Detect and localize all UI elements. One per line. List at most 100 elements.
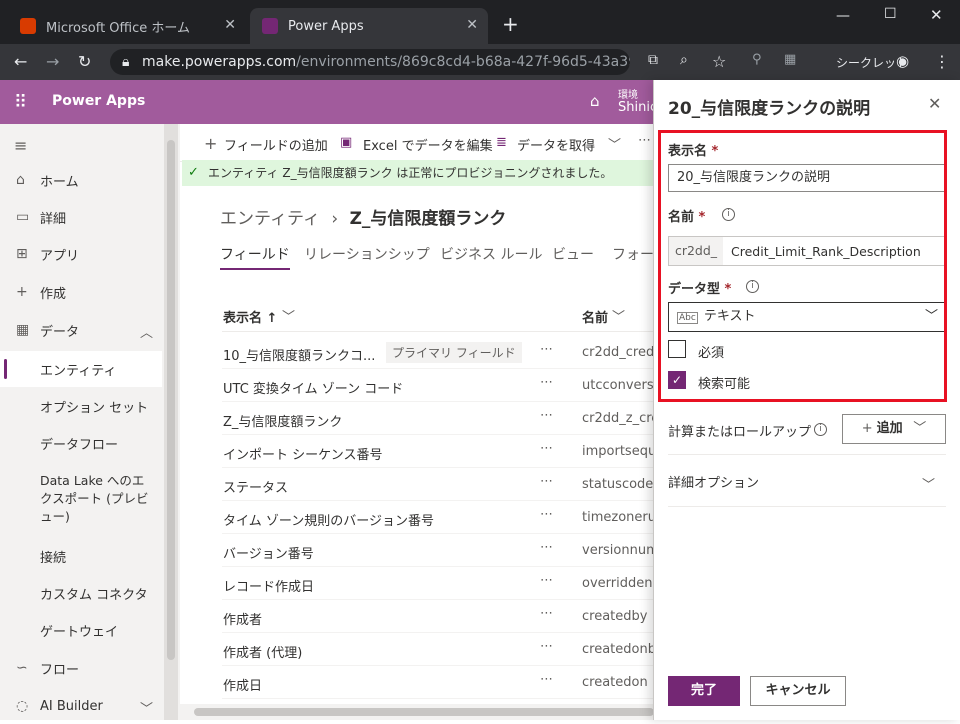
tab-fields[interactable]: フィールド <box>220 244 290 270</box>
calc-rollup-label: 計算またはロールアップ <box>668 425 812 440</box>
tab-business-rules[interactable]: ビジネス ルール <box>440 244 542 264</box>
tab-relationships[interactable]: リレーションシップ <box>304 244 430 264</box>
table-row[interactable]: 作成日 ⋯ createdon <box>222 666 662 699</box>
extension-icon[interactable]: ⚲ <box>752 52 762 67</box>
more-icon[interactable]: ⋯ <box>540 342 553 357</box>
success-banner: ✓ エンティティ Z_与信限度額ランク は正常にプロビジョニングされました。 <box>182 160 660 186</box>
more-icon[interactable]: ⋯ <box>540 573 553 588</box>
banner-text: エンティティ Z_与信限度額ランク は正常にプロビジョニングされました。 <box>208 166 613 180</box>
sidebar-item-ai-builder[interactable]: ◌ AI Builder ﹀ <box>0 688 162 724</box>
sidebar-scrollbar[interactable] <box>164 124 178 720</box>
tab-views[interactable]: ビュー <box>552 244 594 264</box>
browser-tab-powerapps[interactable]: Power Apps ✕ <box>250 8 488 44</box>
more-icon[interactable]: ⋯ <box>540 408 553 423</box>
close-icon[interactable]: ✕ <box>466 17 478 33</box>
cell-display-name: バージョン番号 <box>223 547 314 562</box>
table-row[interactable]: UTC 変換タイム ゾーン コード ⋯ utcconversio <box>222 369 662 402</box>
browser-tab-office[interactable]: Microsoft Office ホーム ✕ <box>8 8 246 44</box>
sidebar-item-label: AI Builder <box>40 698 103 714</box>
cell-name: createdonbe <box>582 642 662 657</box>
environment-icon: ⌂ <box>590 92 600 110</box>
sidebar-item-home[interactable]: ⌂ ホーム <box>0 162 162 198</box>
sidebar-item-flows[interactable]: ∽ フロー <box>0 650 162 686</box>
sidebar-item-create[interactable]: + 作成 <box>0 274 162 310</box>
minimize-button[interactable]: — <box>836 8 850 24</box>
table-row[interactable]: バージョン番号 ⋯ versionnumb <box>222 534 662 567</box>
done-button[interactable]: 完了 <box>668 676 740 706</box>
star-icon[interactable]: ☆ <box>712 52 726 71</box>
sidebar-item-option-sets[interactable]: オプション セット <box>0 388 162 424</box>
table-row[interactable]: Z_与信限度額ランク ⋯ cr2dd_z_cred <box>222 402 662 435</box>
entity-tabs: フィールド リレーションシップ ビジネス ルール ビュー フォーム <box>220 244 660 270</box>
sidebar-item-connections[interactable]: 接続 <box>0 538 162 574</box>
table-row[interactable]: 10_与信限度額ランクコ... プライマリ フィールド ⋯ cr2dd_credit_ <box>222 336 662 369</box>
table-icon: ▦ <box>16 322 30 338</box>
maximize-button[interactable]: ☐ <box>884 6 897 22</box>
more-icon[interactable]: ⋯ <box>540 441 553 456</box>
cell-display-name: Z_与信限度額ランク <box>223 415 343 430</box>
table-row[interactable]: レコード作成日 ⋯ overriddencr <box>222 567 662 600</box>
window-close-button[interactable]: ✕ <box>930 6 943 24</box>
more-icon[interactable]: ⋯ <box>540 507 553 522</box>
reload-icon[interactable]: ↻ <box>78 52 91 71</box>
get-data-button[interactable]: データを取得 <box>517 135 595 154</box>
zoom-icon[interactable]: ⌕ <box>680 52 688 68</box>
close-icon[interactable]: ✕ <box>928 94 941 113</box>
address-bar[interactable]: 🔒︎ make.powerapps.com/environments/869c8… <box>110 49 630 75</box>
extension2-icon[interactable]: ▦ <box>784 52 796 67</box>
table-row[interactable]: インポート シーケンス番号 ⋯ importseque <box>222 435 662 468</box>
sidebar-item-data-lake[interactable]: Data Lake へのエクスポート (プレビュー) <box>0 472 160 532</box>
sidebar-item-dataflows[interactable]: データフロー <box>0 425 162 461</box>
more-icon[interactable]: ⋯ <box>540 606 553 621</box>
more-icon[interactable]: ⋯ <box>540 474 553 489</box>
chevron-down-icon[interactable]: ﹀ <box>608 134 621 153</box>
excel-edit-button[interactable]: Excel でデータを編集 <box>363 135 493 154</box>
more-icon[interactable]: ⋯ <box>540 672 553 687</box>
table-row[interactable]: ステータス ⋯ statuscode <box>222 468 662 501</box>
sidebar-item-label: 接続 <box>40 550 67 566</box>
scrollbar-thumb[interactable] <box>194 708 654 716</box>
environment-user[interactable]: Shinic <box>618 100 657 115</box>
column-header-name[interactable]: 名前 <box>582 307 608 326</box>
highlight-box <box>658 130 947 402</box>
back-icon[interactable]: ← <box>14 52 27 71</box>
incognito-icon[interactable]: ◉ <box>896 52 909 70</box>
more-icon[interactable]: ⋯ <box>540 639 553 654</box>
sidebar-item-custom-connectors[interactable]: カスタム コネクタ <box>0 575 162 611</box>
table-row[interactable]: 作成者 ⋯ createdby <box>222 600 662 633</box>
translate-icon[interactable]: ⧉ <box>648 52 658 68</box>
chevron-down-icon[interactable]: ﹀ <box>612 306 625 325</box>
chevron-up-icon: ︿ <box>140 326 154 341</box>
scrollbar-thumb[interactable] <box>167 140 175 660</box>
horizontal-scrollbar[interactable] <box>180 704 654 720</box>
sidebar-item-learn[interactable]: ▭ 詳細 <box>0 199 162 235</box>
add-field-button[interactable]: フィールドの追加 <box>224 135 328 154</box>
chevron-down-icon[interactable]: ﹀ <box>282 306 295 325</box>
chevron-down-icon[interactable]: ﹀ <box>922 474 935 493</box>
sidebar-item-label: オプション セット <box>40 400 149 416</box>
more-icon[interactable]: ⋯ <box>638 133 651 148</box>
cancel-button[interactable]: キャンセル <box>750 676 846 706</box>
sidebar-item-data[interactable]: ▦ データ ︿ <box>0 312 162 348</box>
waffle-icon[interactable]: ⠿ <box>14 92 27 113</box>
hamburger-icon[interactable]: ≡ <box>14 136 27 155</box>
column-header-display-name[interactable]: 表示名 ↑ <box>223 307 277 326</box>
new-tab-button[interactable]: + <box>502 12 519 36</box>
table-row[interactable]: 作成者 (代理) ⋯ createdonbe <box>222 633 662 666</box>
add-calc-button[interactable]: + 追加 ﹀ <box>842 414 946 444</box>
advanced-options-toggle[interactable]: 詳細オプション <box>668 472 759 491</box>
forward-icon[interactable]: → <box>46 52 59 71</box>
table-row[interactable]: タイム ゾーン規則のバージョン番号 ⋯ timezonerule <box>222 501 662 534</box>
tab-title: Microsoft Office ホーム <box>46 20 190 36</box>
info-icon[interactable]: i <box>814 423 827 436</box>
close-icon[interactable]: ✕ <box>224 17 236 33</box>
sidebar-item-label: ホーム <box>40 174 79 190</box>
sidebar-item-gateways[interactable]: ゲートウェイ <box>0 612 162 648</box>
sidebar-item-entities[interactable]: エンティティ <box>0 351 162 387</box>
more-icon[interactable]: ⋯ <box>540 540 553 555</box>
sidebar-item-apps[interactable]: ⊞ アプリ <box>0 236 162 272</box>
breadcrumb-root[interactable]: エンティティ <box>220 209 320 229</box>
menu-icon[interactable]: ⋮ <box>934 52 950 71</box>
table-header: 表示名 ↑ ﹀ 名前 ﹀ <box>222 298 662 332</box>
more-icon[interactable]: ⋯ <box>540 375 553 390</box>
